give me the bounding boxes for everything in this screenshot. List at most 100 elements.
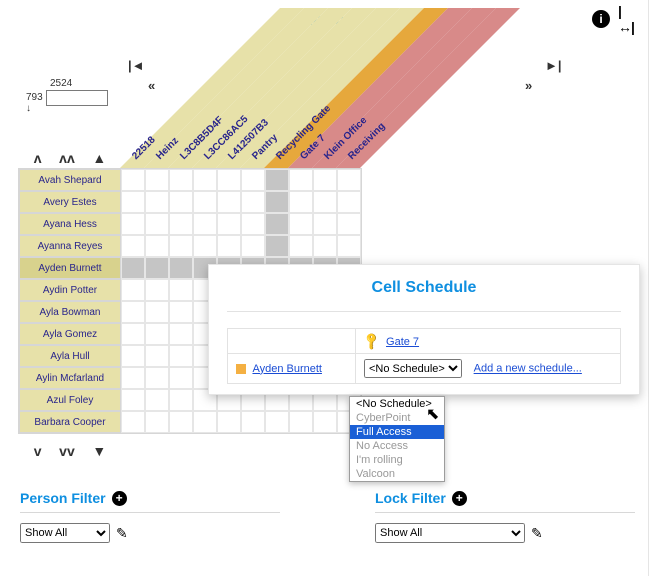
matrix-cell[interactable]: [193, 169, 217, 191]
matrix-cell[interactable]: [193, 191, 217, 213]
page-up-button[interactable]: ʌ: [34, 150, 42, 166]
matrix-cell[interactable]: [217, 169, 241, 191]
lock-filter-add-button[interactable]: +: [452, 491, 467, 506]
person-filter-select[interactable]: Show All: [20, 523, 110, 543]
matrix-cell[interactable]: [313, 191, 337, 213]
matrix-cell[interactable]: [121, 367, 145, 389]
column-header[interactable]: 22518: [130, 135, 157, 162]
matrix-cell[interactable]: [169, 235, 193, 257]
matrix-cell[interactable]: [265, 169, 289, 191]
matrix-cell[interactable]: [121, 191, 145, 213]
row-header[interactable]: Barbara Cooper: [19, 411, 121, 433]
matrix-cell[interactable]: [169, 323, 193, 345]
page-down-button[interactable]: v: [34, 443, 42, 459]
matrix-cell[interactable]: [289, 191, 313, 213]
matrix-cell[interactable]: [169, 301, 193, 323]
page-down-fast-button[interactable]: vv: [59, 443, 75, 459]
row-header[interactable]: Avah Shepard: [19, 169, 121, 191]
matrix-cell[interactable]: [217, 235, 241, 257]
matrix-cell[interactable]: [121, 279, 145, 301]
row-header[interactable]: Ayana Hess: [19, 213, 121, 235]
matrix-cell[interactable]: [289, 411, 313, 433]
matrix-cell[interactable]: [265, 191, 289, 213]
matrix-cell[interactable]: [121, 411, 145, 433]
schedule-option[interactable]: <No Schedule>: [350, 397, 444, 411]
row-header[interactable]: Ayden Burnett: [19, 257, 121, 279]
lock-filter-select[interactable]: Show All: [375, 523, 525, 543]
row-header[interactable]: Ayla Bowman: [19, 301, 121, 323]
fit-width-icon[interactable]: |↔|: [618, 10, 636, 28]
matrix-cell[interactable]: [337, 169, 361, 191]
matrix-cell[interactable]: [145, 169, 169, 191]
goto-input[interactable]: [46, 90, 108, 106]
matrix-cell[interactable]: [313, 169, 337, 191]
matrix-cell[interactable]: [121, 345, 145, 367]
matrix-cell[interactable]: [193, 411, 217, 433]
person-link[interactable]: Ayden Burnett: [252, 363, 322, 375]
matrix-cell[interactable]: [217, 191, 241, 213]
matrix-cell[interactable]: [121, 323, 145, 345]
matrix-cell[interactable]: [145, 345, 169, 367]
matrix-cell[interactable]: [217, 411, 241, 433]
matrix-cell[interactable]: [121, 169, 145, 191]
row-header[interactable]: Azul Foley: [19, 389, 121, 411]
matrix-cell[interactable]: [169, 411, 193, 433]
matrix-cell[interactable]: [169, 191, 193, 213]
matrix-cell[interactable]: [145, 257, 169, 279]
matrix-cell[interactable]: [145, 367, 169, 389]
row-header[interactable]: Ayanna Reyes: [19, 235, 121, 257]
page-up-fast-button[interactable]: ʌʌ: [59, 150, 75, 166]
row-header[interactable]: Aydin Potter: [19, 279, 121, 301]
matrix-cell[interactable]: [121, 389, 145, 411]
row-header[interactable]: Avery Estes: [19, 191, 121, 213]
add-schedule-link[interactable]: Add a new schedule...: [474, 363, 582, 375]
matrix-cell[interactable]: [145, 235, 169, 257]
matrix-cell[interactable]: [241, 235, 265, 257]
matrix-cell[interactable]: [217, 213, 241, 235]
matrix-cell[interactable]: [265, 213, 289, 235]
matrix-cell[interactable]: [121, 257, 145, 279]
matrix-cell[interactable]: [145, 191, 169, 213]
matrix-cell[interactable]: [145, 279, 169, 301]
row-header[interactable]: Aylin Mcfarland: [19, 367, 121, 389]
row-header[interactable]: Ayla Hull: [19, 345, 121, 367]
matrix-cell[interactable]: [145, 411, 169, 433]
matrix-cell[interactable]: [193, 235, 217, 257]
matrix-cell[interactable]: [169, 367, 193, 389]
matrix-cell[interactable]: [337, 213, 361, 235]
info-icon[interactable]: i: [592, 10, 610, 28]
page-top-button[interactable]: ▲: [92, 150, 106, 166]
matrix-cell[interactable]: [145, 389, 169, 411]
page-last-button[interactable]: ►|: [545, 58, 562, 73]
matrix-cell[interactable]: [169, 213, 193, 235]
page-next-button[interactable]: »: [525, 78, 532, 93]
matrix-cell[interactable]: [265, 235, 289, 257]
row-header[interactable]: Ayla Gomez: [19, 323, 121, 345]
schedule-option[interactable]: Full Access: [350, 425, 444, 439]
matrix-cell[interactable]: [193, 213, 217, 235]
person-filter-add-button[interactable]: +: [112, 491, 127, 506]
matrix-cell[interactable]: [169, 389, 193, 411]
schedule-dropdown-list[interactable]: <No Schedule>CyberPointFull AccessNo Acc…: [349, 396, 445, 482]
matrix-cell[interactable]: [337, 191, 361, 213]
matrix-cell[interactable]: [337, 235, 361, 257]
page-bottom-button[interactable]: ▼: [92, 443, 106, 459]
matrix-cell[interactable]: [289, 169, 313, 191]
matrix-cell[interactable]: [289, 213, 313, 235]
matrix-cell[interactable]: [169, 169, 193, 191]
matrix-cell[interactable]: [241, 411, 265, 433]
matrix-cell[interactable]: [121, 235, 145, 257]
matrix-cell[interactable]: [265, 411, 289, 433]
schedule-option[interactable]: Valcoon: [350, 467, 444, 481]
matrix-cell[interactable]: [145, 301, 169, 323]
column-header[interactable]: Heinz: [154, 135, 181, 162]
matrix-cell[interactable]: [169, 257, 193, 279]
matrix-cell[interactable]: [169, 279, 193, 301]
schedule-option[interactable]: I'm rolling: [350, 453, 444, 467]
person-filter-edit-icon[interactable]: ✎: [116, 525, 128, 542]
matrix-cell[interactable]: [313, 235, 337, 257]
matrix-cell[interactable]: [241, 169, 265, 191]
schedule-option[interactable]: CyberPoint: [350, 411, 444, 425]
matrix-cell[interactable]: [145, 213, 169, 235]
lock-filter-edit-icon[interactable]: ✎: [531, 525, 543, 542]
